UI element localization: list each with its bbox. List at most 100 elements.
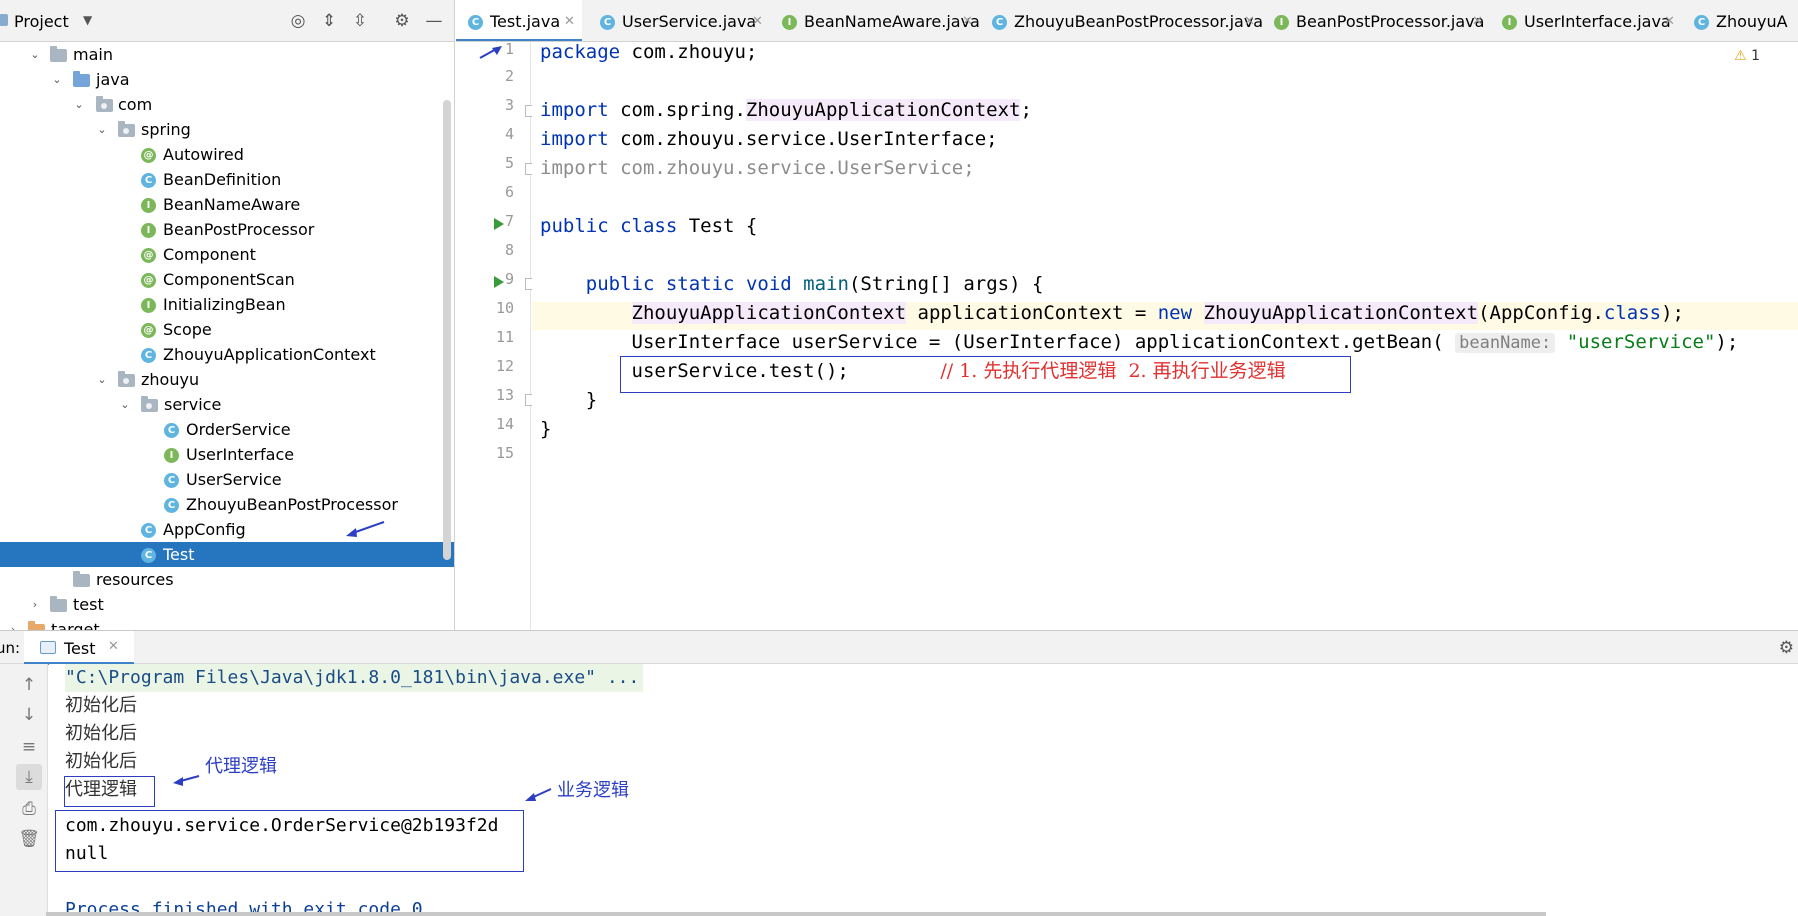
class-icon: C <box>164 423 179 438</box>
tree-item-spring[interactable]: ⌄ spring <box>0 117 454 142</box>
tab-test-java[interactable]: C Test.java ✕ <box>456 0 582 41</box>
expand-all-icon[interactable]: ⇕ <box>319 11 339 31</box>
close-icon[interactable]: ✕ <box>564 0 575 41</box>
tree-item-beanpostprocessor[interactable]: I BeanPostProcessor <box>0 217 454 242</box>
collapse-all-icon[interactable]: ⇳ <box>350 11 370 31</box>
tree-item-componentscan[interactable]: @ ComponentScan <box>0 267 454 292</box>
tree-item-test[interactable]: C Test <box>0 542 454 567</box>
chevron-down-icon[interactable]: ⌄ <box>118 392 132 417</box>
run-icon[interactable] <box>494 276 504 288</box>
class-icon: C <box>468 15 483 30</box>
class-icon: C <box>141 348 156 363</box>
code-line-14: } <box>540 418 552 440</box>
close-icon[interactable]: ✕ <box>752 0 763 41</box>
trash-icon[interactable]: 🗑 <box>16 826 42 852</box>
tree-item-zhouyuapplicationcontext[interactable]: C ZhouyuApplicationContext <box>0 342 454 367</box>
close-icon[interactable]: ✕ <box>1472 0 1483 41</box>
tree-item-initializingbean[interactable]: I InitializingBean <box>0 292 454 317</box>
class-icon: C <box>141 523 156 538</box>
tree-item-beannameaware[interactable]: I BeanNameAware <box>0 192 454 217</box>
tree-item-zhouyu[interactable]: ⌄ zhouyu <box>0 367 454 392</box>
close-icon[interactable]: ✕ <box>108 639 119 654</box>
close-icon[interactable]: ✕ <box>962 0 973 41</box>
run-tab-label: Test <box>64 639 96 658</box>
tab-zhouyubeanpostprocessor-java[interactable]: C ZhouyuBeanPostProcessor.java ✕ <box>982 0 1263 41</box>
code-line-5: import com.zhouyu.service.UserService; <box>540 157 975 179</box>
code-editor[interactable]: ⚠ 1 package com.zhouyu; import com.sprin… <box>532 42 1798 630</box>
annotation-icon: @ <box>141 148 156 163</box>
console-line: "C:\Program Files\Java\jdk1.8.0_181\bin\… <box>65 664 644 692</box>
arrow-annotation-icon <box>525 788 552 801</box>
tree-item-beandefinition[interactable]: C BeanDefinition <box>0 167 454 192</box>
project-panel-title[interactable]: Project <box>14 12 69 31</box>
tree-item-target[interactable]: › target <box>0 617 454 630</box>
highlight-box <box>55 810 524 872</box>
chevron-down-icon[interactable]: ⌄ <box>95 367 109 392</box>
param-hint: beanName: <box>1455 333 1556 353</box>
down-arrow-icon[interactable]: ↓ <box>16 702 42 728</box>
tab-zhouyua-java[interactable]: C ZhouyuA <box>1684 0 1798 41</box>
close-icon[interactable]: ✕ <box>1244 0 1255 41</box>
gear-icon[interactable]: ⚙ <box>392 11 412 31</box>
chevron-down-icon[interactable]: ⌄ <box>95 117 109 142</box>
line-number: 13 <box>495 386 514 404</box>
soft-wrap-icon[interactable]: ≡ <box>16 734 42 760</box>
chevron-right-icon[interactable]: › <box>28 592 42 617</box>
chevron-down-icon[interactable]: ▼ <box>83 13 92 27</box>
run-panel-label: un: <box>0 639 21 657</box>
tree-item-test-folder[interactable]: › test <box>0 592 454 617</box>
close-icon[interactable]: ✕ <box>1664 0 1675 41</box>
tab-label: ZhouyuA <box>1716 12 1788 31</box>
source-folder-icon <box>73 71 90 87</box>
tab-userinterface-java[interactable]: I UserInterface.java ✕ <box>1492 0 1682 41</box>
folder-icon <box>50 596 67 612</box>
inspection-widget[interactable]: ⚠ 1 <box>1734 48 1760 64</box>
chevron-down-icon[interactable]: ⌄ <box>50 67 64 92</box>
chevron-down-icon[interactable]: ⌄ <box>72 92 86 117</box>
annotation-business: 业务逻辑 <box>557 780 629 801</box>
code-line-7: public class Test { <box>540 215 758 237</box>
tree-item-component[interactable]: @ Component <box>0 242 454 267</box>
tab-beannameaware-java[interactable]: I BeanNameAware.java ✕ <box>772 0 980 41</box>
tree-item-autowired[interactable]: @ Autowired <box>0 142 454 167</box>
code-line-4: import com.zhouyu.service.UserInterface; <box>540 128 998 150</box>
tree-item-zhouyubeanpostprocessor[interactable]: C ZhouyuBeanPostProcessor <box>0 492 454 517</box>
tree-item-label: UserInterface <box>186 445 295 464</box>
interface-icon: I <box>141 223 156 238</box>
console-line: 初始化后 <box>65 695 137 716</box>
annotation-icon: @ <box>141 248 156 263</box>
class-icon: C <box>141 173 156 188</box>
tree-scrollbar[interactable] <box>443 100 451 560</box>
print-icon[interactable]: ⎙ <box>16 796 42 822</box>
up-arrow-icon[interactable]: ↑ <box>16 672 42 698</box>
tree-item-scope[interactable]: @ Scope <box>0 317 454 342</box>
console-output[interactable]: "C:\Program Files\Java\jdk1.8.0_181\bin\… <box>49 664 1798 916</box>
editor-gutter: 1 2 3 4 5 6 7 8 9 10 11 12 13 14 15 <box>456 40 537 630</box>
line-number: 14 <box>495 415 514 433</box>
gear-icon[interactable]: ⚙ <box>1779 638 1794 658</box>
tree-item-userservice[interactable]: C UserService <box>0 467 454 492</box>
tree-item-java[interactable]: ⌄ java <box>0 67 454 92</box>
tree-item-userinterface[interactable]: I UserInterface <box>0 442 454 467</box>
locate-icon[interactable]: ◎ <box>288 11 308 31</box>
line-number: 3 <box>504 96 514 114</box>
tree-item-appconfig[interactable]: C AppConfig <box>0 517 454 542</box>
minimize-icon[interactable]: — <box>424 11 444 31</box>
class-icon: C <box>1694 15 1709 30</box>
highlight-box <box>64 776 155 807</box>
tree-item-resources[interactable]: resources <box>0 567 454 592</box>
tree-item-com[interactable]: ⌄ com <box>0 92 454 117</box>
tree-item-orderservice[interactable]: C OrderService <box>0 417 454 442</box>
run-icon[interactable] <box>494 218 504 230</box>
run-tab-test[interactable]: Test ✕ <box>24 631 134 665</box>
tab-label: BeanNameAware.java <box>804 12 980 31</box>
tab-userservice-java[interactable]: C UserService.java ✕ <box>590 0 770 41</box>
console-scrollbar[interactable] <box>46 912 1546 916</box>
scroll-to-end-icon[interactable]: ⤓ <box>16 764 42 790</box>
tree-item-main[interactable]: ⌄ main <box>0 42 454 67</box>
tree-item-service[interactable]: ⌄ service <box>0 392 454 417</box>
chevron-right-icon[interactable]: › <box>6 617 20 630</box>
tab-beanpostprocessor-java[interactable]: I BeanPostProcessor.java ✕ <box>1264 0 1490 41</box>
code-line-11: UserInterface userService = (UserInterfa… <box>631 331 1739 353</box>
chevron-down-icon[interactable]: ⌄ <box>28 42 42 67</box>
